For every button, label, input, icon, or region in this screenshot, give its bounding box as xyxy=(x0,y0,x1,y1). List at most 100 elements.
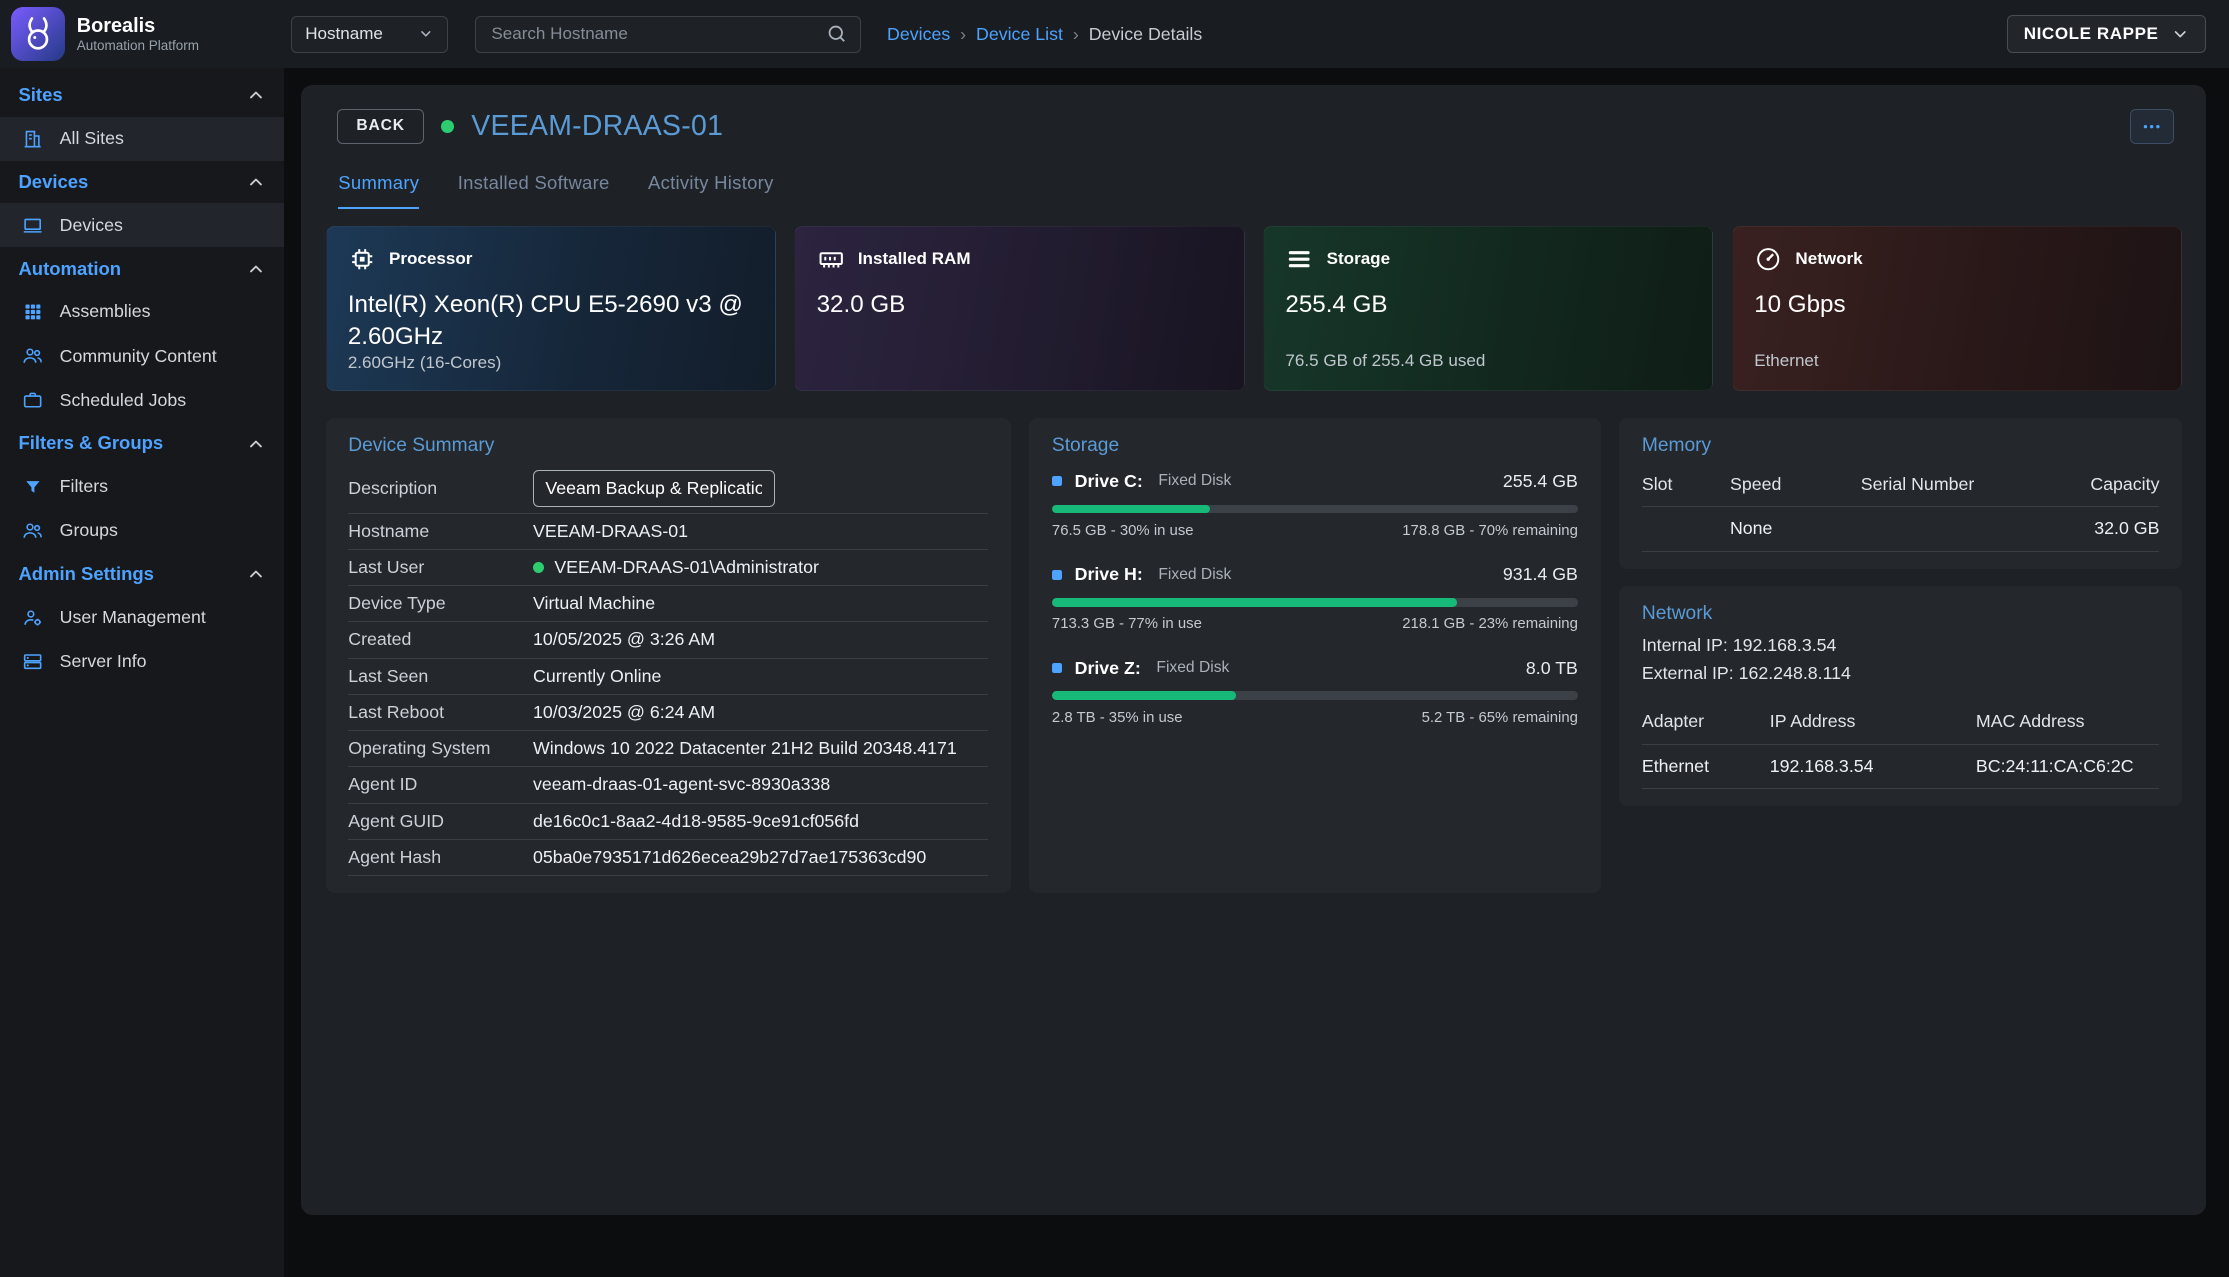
section-label: Sites xyxy=(18,84,62,106)
buildings-icon xyxy=(21,128,44,149)
drive-row-c: Drive C: Fixed Disk 255.4 GB 76.5 GB - 3… xyxy=(1052,471,1578,539)
sidebar-item-scheduled-jobs[interactable]: Scheduled Jobs xyxy=(0,378,284,422)
main-area: BACK VEEAM-DRAAS-01 Summary Installed So… xyxy=(284,68,2229,1276)
drive-usage-bar xyxy=(1052,505,1578,514)
storage-card: Storage 255.4 GB 76.5 GB of 255.4 GB use… xyxy=(1263,226,1713,391)
funnel-icon xyxy=(21,477,44,497)
search-input[interactable] xyxy=(489,23,827,46)
detail-header: BACK VEEAM-DRAAS-01 xyxy=(323,107,2185,144)
tab-summary[interactable]: Summary xyxy=(338,172,419,209)
drive-bullet-icon xyxy=(1052,570,1062,580)
sidebar-section-devices[interactable]: Devices xyxy=(0,161,284,204)
drive-used-text: 76.5 GB - 30% in use xyxy=(1052,522,1194,539)
summary-row-agent-hash: Agent Hash 05ba0e7935171d626ecea29b27d7a… xyxy=(348,840,988,876)
sidebar-section-admin-settings[interactable]: Admin Settings xyxy=(0,553,284,596)
sidebar: Sites All Sites Devices Devices Automati… xyxy=(0,68,284,1276)
sidebar-section-sites[interactable]: Sites xyxy=(0,74,284,117)
summary-row-last-seen: Last Seen Currently Online xyxy=(348,659,988,695)
tab-activity-history[interactable]: Activity History xyxy=(648,172,774,209)
network-table-row: Ethernet 192.168.3.54 BC:24:11:CA:C6:2C xyxy=(1642,744,2160,789)
device-tabs: Summary Installed Software Activity Hist… xyxy=(338,172,2185,209)
memory-table-row: None 32.0 GB xyxy=(1642,507,2160,552)
stat-card-value: 10 Gbps xyxy=(1754,289,2152,321)
sidebar-item-community-content[interactable]: Community Content xyxy=(0,334,284,378)
people-icon xyxy=(21,345,44,366)
tab-installed-software[interactable]: Installed Software xyxy=(458,172,610,209)
section-label: Admin Settings xyxy=(18,563,153,585)
ram-icon xyxy=(817,245,845,273)
grid-icon xyxy=(21,302,44,322)
drive-row-h: Drive H: Fixed Disk 931.4 GB 713.3 GB - … xyxy=(1052,564,1578,632)
installed-ram-card: Installed RAM 32.0 GB xyxy=(794,226,1244,391)
sidebar-item-label: Scheduled Jobs xyxy=(60,390,186,411)
sidebar-item-label: Devices xyxy=(60,215,123,236)
back-button[interactable]: BACK xyxy=(337,109,425,143)
briefcase-icon xyxy=(21,389,44,410)
content-columns: Device Summary Description Hostname VEEA… xyxy=(323,418,2185,893)
drive-used-text: 713.3 GB - 77% in use xyxy=(1052,615,1202,632)
people-icon xyxy=(21,520,44,541)
sidebar-item-label: All Sites xyxy=(60,128,124,149)
stat-card-value: Intel(R) Xeon(R) CPU E5-2690 v3 @ 2.60GH… xyxy=(348,289,746,353)
chevron-down-icon xyxy=(2171,25,2189,43)
filter-select-value: Hostname xyxy=(305,24,383,44)
device-details-panel: BACK VEEAM-DRAAS-01 Summary Installed So… xyxy=(301,85,2206,1215)
breadcrumb-devices[interactable]: Devices xyxy=(887,24,950,45)
device-name-title: VEEAM-DRAAS-01 xyxy=(471,110,723,143)
sidebar-section-automation[interactable]: Automation xyxy=(0,247,284,290)
brand-subtitle: Automation Platform xyxy=(77,38,199,53)
breadcrumb-device-list[interactable]: Device List xyxy=(976,24,1063,45)
rabbit-logo-icon xyxy=(11,7,65,61)
network-table-header: Adapter IP Address MAC Address xyxy=(1642,701,2160,744)
hostname-filter-select[interactable]: Hostname xyxy=(291,16,447,53)
user-menu-label: NICOLE RAPPE xyxy=(2024,24,2159,44)
memory-table: Slot Speed Serial Number Capacity xyxy=(1642,464,2160,552)
stat-card-subtext: 2.60GHz (16-Cores) xyxy=(348,353,754,373)
stat-card-title: Installed RAM xyxy=(858,249,971,269)
user-gear-icon xyxy=(21,607,44,628)
stat-card-subtext xyxy=(817,351,1223,371)
online-status-dot xyxy=(533,562,544,573)
internal-ip: Internal IP: 192.168.3.54 xyxy=(1642,632,2160,660)
sidebar-item-user-management[interactable]: User Management xyxy=(0,596,284,640)
search-icon xyxy=(826,23,847,44)
sidebar-section-filters-groups[interactable]: Filters & Groups xyxy=(0,422,284,465)
app-root: Borealis Automation Platform Hostname De… xyxy=(0,0,2229,1277)
section-label: Devices xyxy=(18,171,88,193)
summary-row-agent-guid: Agent GUID de16c0c1-8aa2-4d18-9585-9ce91… xyxy=(348,804,988,840)
section-label: Filters & Groups xyxy=(18,432,163,454)
sidebar-item-label: Server Info xyxy=(60,651,147,672)
drive-usage-bar xyxy=(1052,691,1578,700)
sidebar-item-filters[interactable]: Filters xyxy=(0,465,284,509)
body-row: Sites All Sites Devices Devices Automati… xyxy=(0,68,2229,1276)
cpu-icon xyxy=(348,245,376,273)
drive-usage-bar xyxy=(1052,598,1578,607)
panel-title: Storage xyxy=(1052,435,1578,457)
sidebar-item-all-sites[interactable]: All Sites xyxy=(0,117,284,161)
search-hostname-box xyxy=(475,16,862,53)
online-status-dot xyxy=(441,120,454,133)
laptop-icon xyxy=(21,215,44,236)
sidebar-item-server-info[interactable]: Server Info xyxy=(0,640,284,684)
drive-remaining-text: 5.2 TB - 65% remaining xyxy=(1422,709,1578,726)
user-menu-button[interactable]: NICOLE RAPPE xyxy=(2007,15,2206,53)
sidebar-item-label: User Management xyxy=(60,607,206,628)
summary-row-last-reboot: Last Reboot 10/03/2025 @ 6:24 AM xyxy=(348,695,988,731)
description-input[interactable] xyxy=(533,470,775,507)
storage-stack-icon xyxy=(1285,245,1313,273)
sidebar-item-groups[interactable]: Groups xyxy=(0,509,284,553)
network-card: Network 10 Gbps Ethernet xyxy=(1732,226,2182,391)
sidebar-item-devices[interactable]: Devices xyxy=(0,203,284,247)
summary-row-agent-id: Agent ID veeam-draas-01-agent-svc-8930a3… xyxy=(348,767,988,803)
stat-card-title: Storage xyxy=(1327,249,1390,269)
memory-table-header: Slot Speed Serial Number Capacity xyxy=(1642,464,2160,507)
memory-panel: Memory Slot Speed Serial Number Capacity xyxy=(1619,418,2182,569)
stat-card-value: 255.4 GB xyxy=(1285,289,1683,321)
storage-panel: Storage Drive C: Fixed Disk 255.4 GB 76.… xyxy=(1029,418,1600,893)
more-options-button[interactable] xyxy=(2130,109,2174,143)
network-panel: Network Internal IP: 192.168.3.54 Extern… xyxy=(1619,586,2182,806)
sidebar-item-assemblies[interactable]: Assemblies xyxy=(0,290,284,334)
chevron-up-icon xyxy=(246,172,266,192)
drive-bullet-icon xyxy=(1052,476,1062,486)
stat-card-subtext: Ethernet xyxy=(1754,351,2160,371)
